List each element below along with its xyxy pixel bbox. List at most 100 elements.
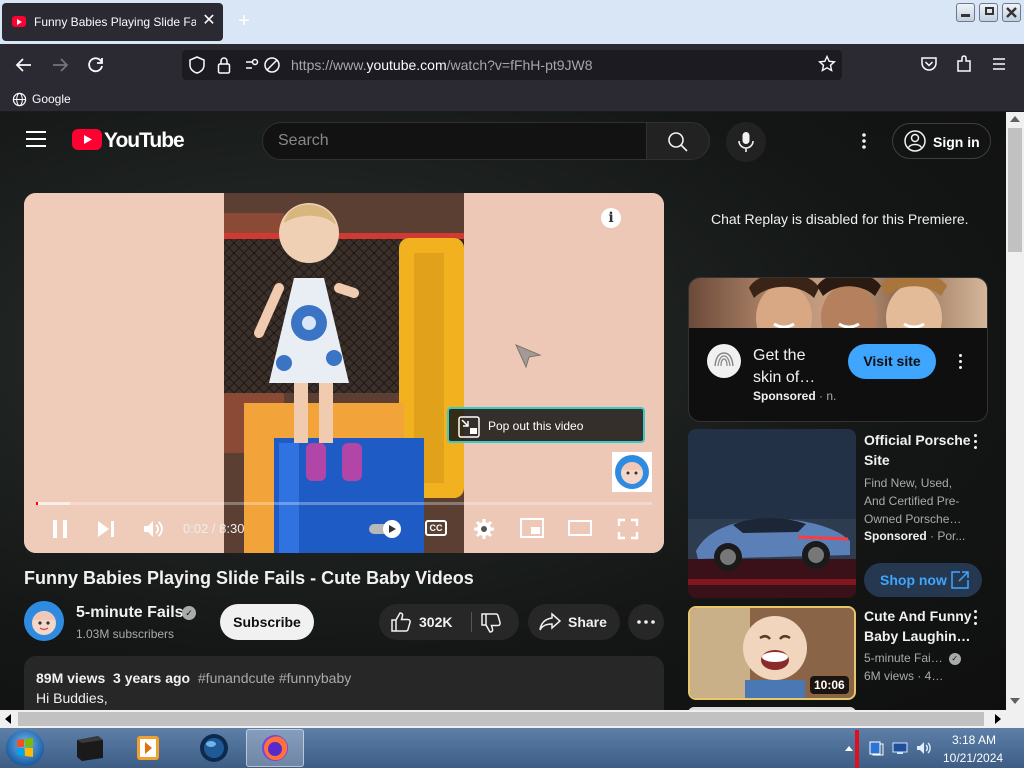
browser-tab-active[interactable]: Funny Babies Playing Slide Fails ✕	[2, 3, 223, 41]
description-text: Hi Buddies,	[36, 690, 108, 706]
porsche-sponsored-label: Sponsored · Por...	[864, 529, 966, 543]
scroll-right-arrow-icon[interactable]	[995, 714, 1001, 724]
miniplayer-icon[interactable]	[519, 517, 545, 539]
pause-icon[interactable]	[48, 517, 72, 541]
window-close-button[interactable]	[1002, 3, 1021, 22]
globe-app-icon[interactable]	[196, 730, 232, 766]
voice-search-button[interactable]	[726, 122, 766, 162]
subtitles-button[interactable]: CC	[425, 520, 447, 536]
video-player[interactable]	[24, 193, 664, 553]
sign-in-button[interactable]: Sign in	[892, 123, 991, 159]
account-icon	[904, 130, 926, 152]
ad-banner-image[interactable]	[689, 278, 987, 328]
recommended-video-menu-icon[interactable]	[974, 610, 978, 628]
firefox-icon	[262, 735, 288, 761]
advertiser-logo[interactable]	[707, 344, 741, 378]
video-frame[interactable]	[224, 193, 464, 553]
horizontal-scroll-thumb[interactable]	[18, 712, 984, 726]
porsche-menu-icon[interactable]	[974, 434, 978, 452]
microphone-icon	[738, 132, 754, 152]
time-display: 0:02 / 8:30	[183, 521, 245, 536]
next-video-icon[interactable]	[94, 517, 118, 541]
recommended-video-title[interactable]: Cute And Funny Baby Laughin…	[864, 606, 974, 646]
recommended-video-channel[interactable]: 5-minute Fai… ✓	[864, 651, 961, 665]
channel-avatar[interactable]	[24, 601, 64, 641]
taskbar-firefox-active[interactable]	[246, 729, 304, 767]
window-maximize-button[interactable]	[979, 3, 998, 22]
porsche-ad-thumbnail[interactable]	[688, 429, 856, 598]
scroll-up-arrow-icon[interactable]	[1010, 116, 1020, 122]
search-placeholder[interactable]: Search	[278, 132, 329, 150]
search-icon	[668, 132, 688, 152]
fullscreen-icon[interactable]	[616, 517, 640, 541]
shield-icon[interactable]	[189, 56, 205, 74]
media-player-icon[interactable]	[130, 730, 166, 766]
sponsored-ad-card[interactable]: Get the skin of… Sponsored · n. Visit si…	[688, 277, 988, 422]
action-center-icon[interactable]	[868, 740, 884, 756]
video-duration-badge: 10:06	[810, 676, 849, 694]
pop-out-video-button[interactable]: Pop out this video	[447, 407, 645, 443]
lock-icon[interactable]	[217, 56, 231, 74]
dislike-button[interactable]	[472, 604, 519, 640]
bookmarks-toolbar	[0, 86, 1024, 112]
channel-watermark[interactable]	[612, 452, 652, 492]
extensions-icon[interactable]	[955, 55, 973, 73]
url-text[interactable]: https://www.youtube.com/watch?v=fFhH-pt9…	[291, 57, 593, 73]
search-button[interactable]	[646, 122, 710, 160]
ad-menu-icon[interactable]	[959, 354, 963, 372]
terminal-app-icon[interactable]	[72, 730, 108, 766]
volume-tray-icon[interactable]	[915, 739, 933, 757]
globe-icon	[12, 92, 27, 107]
pocket-icon[interactable]	[920, 55, 938, 73]
window-minimize-button[interactable]	[956, 3, 975, 22]
clock-date[interactable]: 10/21/2024	[943, 751, 1003, 765]
progress-played	[36, 502, 38, 505]
start-button[interactable]	[6, 730, 44, 766]
permissions-icon[interactable]	[244, 56, 282, 74]
ad-sponsored-label: Sponsored · n.	[753, 389, 837, 403]
show-desktop-strip[interactable]	[855, 730, 859, 768]
guide-menu-icon[interactable]	[26, 131, 46, 147]
youtube-logo-text[interactable]: YouTube	[104, 129, 185, 153]
info-icon[interactable]: i	[601, 208, 621, 228]
external-link-icon	[951, 571, 969, 589]
share-arrow-icon	[539, 612, 561, 631]
porsche-ad-title[interactable]: Official Porsche Site	[864, 430, 974, 470]
thumbs-up-icon	[391, 612, 411, 632]
volume-icon[interactable]	[141, 517, 165, 541]
description-meta: 89M views 3 years ago #funandcute #funny…	[36, 670, 352, 686]
more-actions-button[interactable]	[628, 604, 664, 640]
youtube-logo-icon[interactable]	[72, 129, 102, 150]
scroll-left-arrow-icon[interactable]	[5, 714, 11, 724]
progress-buffered	[36, 502, 70, 505]
autoplay-toggle[interactable]	[368, 518, 404, 540]
channel-name[interactable]: 5-minute Fails	[76, 604, 184, 622]
bookmark-star-icon[interactable]	[818, 55, 836, 73]
share-button[interactable]: Share	[528, 604, 620, 640]
shop-now-button[interactable]: Shop now	[864, 563, 982, 597]
recommended-video-stats: 6M views · 4…	[864, 669, 944, 683]
like-button[interactable]: 302K	[379, 604, 471, 640]
scroll-down-arrow-icon[interactable]	[1010, 698, 1020, 704]
ad-title[interactable]: Get the skin of…	[753, 345, 833, 389]
tab-close-icon[interactable]: ✕	[200, 12, 218, 30]
settings-more-icon[interactable]	[856, 131, 872, 151]
subscribe-button[interactable]: Subscribe	[220, 604, 314, 640]
reload-icon[interactable]	[86, 55, 106, 75]
tray-expand-icon[interactable]	[845, 746, 853, 751]
settings-gear-icon[interactable]	[472, 517, 496, 541]
visit-site-button[interactable]: Visit site	[848, 344, 936, 379]
forward-arrow-icon[interactable]	[50, 55, 70, 75]
video-frame-image	[224, 193, 464, 553]
clock-time[interactable]: 3:18 AM	[952, 733, 996, 747]
new-tab-icon[interactable]: +	[233, 10, 255, 32]
theater-mode-icon[interactable]	[567, 518, 593, 538]
porsche-ad-description: Find New, Used, And Certified Pre-Owned …	[864, 476, 962, 526]
back-arrow-icon[interactable]	[14, 55, 34, 75]
vertical-scroll-thumb[interactable]	[1008, 128, 1022, 252]
progress-bar[interactable]	[36, 502, 652, 505]
network-icon[interactable]	[892, 740, 908, 756]
hamburger-menu-icon[interactable]	[991, 56, 1007, 72]
video-blur-right	[464, 193, 664, 553]
hashtags[interactable]: #funandcute #funnybaby	[198, 670, 351, 686]
